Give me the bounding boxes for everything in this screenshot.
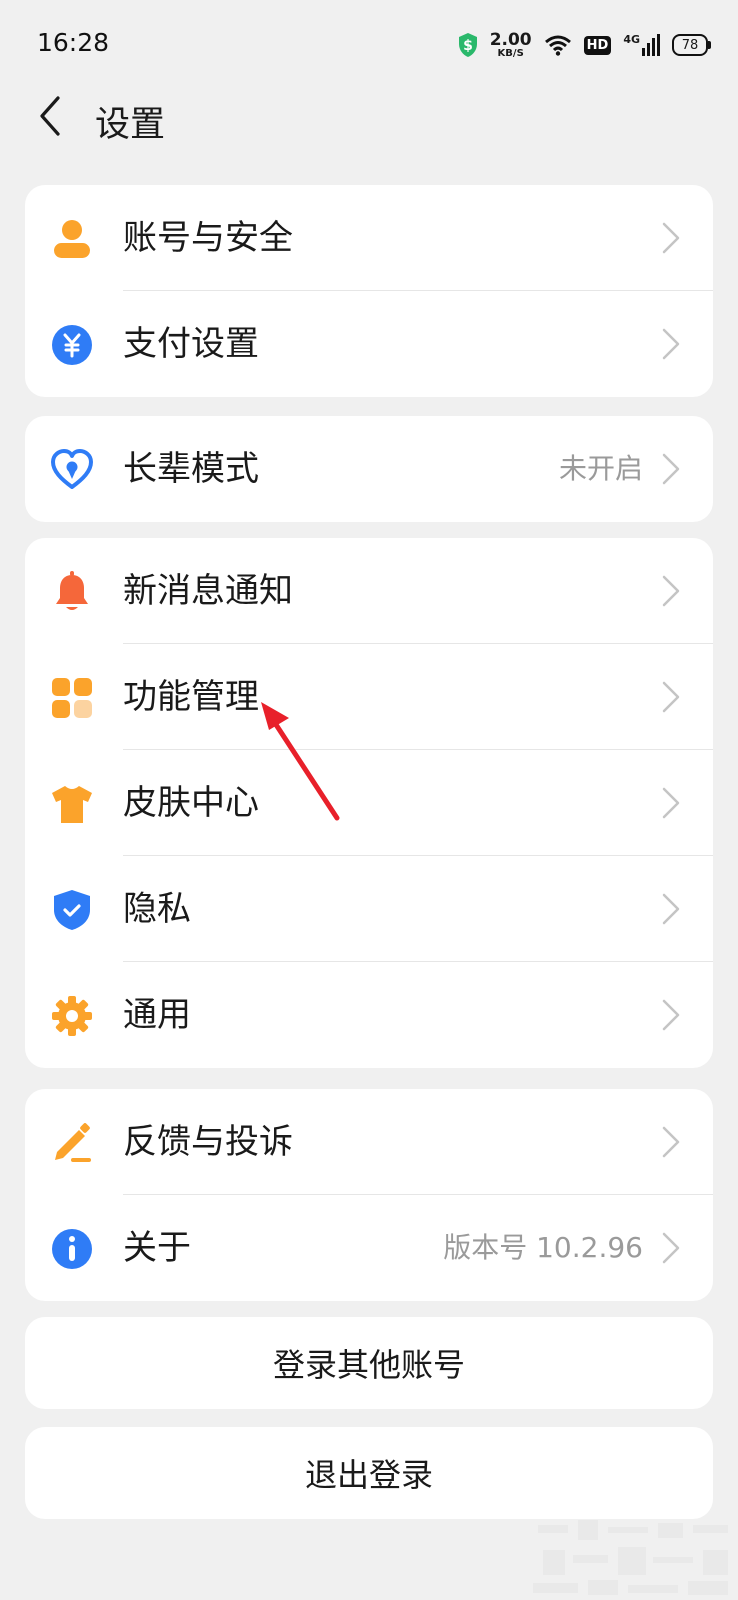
account-security-item[interactable]: 账号与安全 [25,185,713,291]
status-icons: $ 2.00 KB/S HD 4G 78 [458,28,711,62]
chevron-right-icon [662,328,680,360]
page-header: 设置 [0,86,738,146]
info-icon [52,1229,92,1269]
annotation-arrow-icon [261,702,340,821]
chevron-right-icon [662,453,680,485]
heart-location-icon [51,449,93,489]
network-type: 4G [623,33,640,46]
user-icon [54,220,90,258]
elder-mode-card: 长辈模式 未开启 [25,416,713,522]
account-settings-card: 账号与安全 支付设置 [25,185,713,397]
features-card: 新消息通知 功能管理 皮肤中心 隐私 通用 [25,538,713,1068]
network-speed-unit: KB/S [497,47,524,59]
status-bar: 16:28 $ 2.00 KB/S HD 4G 78 [0,0,738,90]
watermark-graphic [533,1520,728,1595]
privacy-item[interactable]: 隐私 [25,856,713,962]
skin-center-label: 皮肤中心 [123,783,259,823]
shield-dollar-icon: $ [458,33,477,57]
chevron-right-icon [662,1126,680,1158]
notifications-label: 新消息通知 [123,571,293,611]
version-number: 版本号 10.2.96 [443,1231,643,1264]
chevron-right-icon [662,1232,680,1264]
general-item[interactable]: 通用 [25,962,713,1068]
bell-icon [56,571,88,610]
skin-center-item[interactable]: 皮肤中心 [25,750,713,856]
payment-settings-label: 支付设置 [123,324,259,364]
about-label: 关于 [123,1228,191,1268]
signal-bars-icon [642,34,660,56]
feedback-item[interactable]: 反馈与投诉 [25,1089,713,1195]
network-speed-value: 2.00 [489,29,532,50]
chevron-right-icon [662,681,680,713]
hd-badge: HD [583,35,612,55]
svg-text:$: $ [463,38,473,54]
gear-icon [52,996,92,1036]
privacy-label: 隐私 [123,889,191,929]
logout-button[interactable]: 退出登录 [25,1427,713,1519]
shield-check-icon [54,890,90,930]
tshirt-icon [52,786,92,823]
elder-mode-item[interactable]: 长辈模式 未开启 [25,416,713,522]
status-time: 16:28 [37,28,110,57]
wifi-icon [544,35,571,56]
battery-indicator: 78 [672,34,711,56]
chevron-right-icon [662,787,680,819]
chevron-right-icon [662,222,680,254]
elder-mode-label: 长辈模式 [123,449,259,489]
chevron-right-icon [662,999,680,1031]
back-arrow-icon[interactable] [30,92,70,140]
feedback-label: 反馈与投诉 [123,1122,293,1162]
chevron-right-icon [662,893,680,925]
network-speed: 2.00 KB/S [489,29,532,59]
about-item[interactable]: 关于 版本号 10.2.96 [25,1195,713,1301]
notifications-item[interactable]: 新消息通知 [25,538,713,644]
cellular-signal: 4G [623,34,660,56]
chevron-right-icon [662,575,680,607]
support-card: 反馈与投诉 关于 版本号 10.2.96 [25,1089,713,1301]
general-label: 通用 [123,995,191,1035]
edit-pencil-icon [55,1123,91,1162]
account-security-label: 账号与安全 [123,218,293,258]
battery-level: 78 [681,37,699,53]
yuan-coin-icon [52,325,92,365]
feature-management-label: 功能管理 [123,677,259,717]
grid-apps-icon [52,678,92,718]
switch-account-button[interactable]: 登录其他账号 [25,1317,713,1409]
feature-management-item[interactable]: 功能管理 [25,644,713,750]
payment-settings-item[interactable]: 支付设置 [25,291,713,397]
page-title: 设置 [95,105,166,145]
elder-mode-status: 未开启 [558,452,643,485]
